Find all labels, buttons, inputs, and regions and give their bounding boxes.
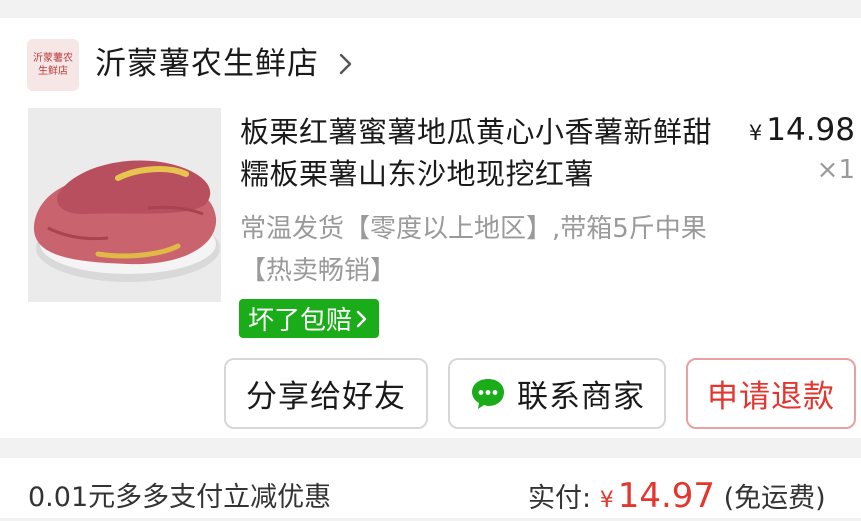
product-title[interactable]: 板栗红薯蜜薯地瓜黄心小香薯新鲜甜糯板栗薯山东沙地现挖红薯 bbox=[240, 111, 720, 195]
damage-guarantee-badge[interactable]: 坏了包赔 bbox=[239, 299, 380, 338]
chevron-right-icon[interactable] bbox=[332, 51, 358, 77]
price-currency: ¥ bbox=[748, 121, 763, 145]
shipping-note: (免运费) bbox=[723, 483, 826, 514]
refund-button[interactable]: 申请退款 bbox=[686, 358, 856, 429]
chevron-right-icon bbox=[356, 310, 367, 327]
refund-button-label: 申请退款 bbox=[707, 379, 835, 415]
shop-name[interactable]: 沂蒙薯农生鲜店 bbox=[95, 42, 319, 86]
contact-seller-button[interactable]: 联系商家 bbox=[448, 358, 666, 429]
product-quantity: ×1 bbox=[816, 155, 855, 185]
paid-currency: ¥ bbox=[599, 488, 614, 513]
product-image[interactable] bbox=[28, 108, 221, 302]
badge-label: 坏了包赔 bbox=[248, 306, 353, 336]
paid-label: 实付: bbox=[528, 483, 592, 514]
paid-amount: 14.97 bbox=[617, 476, 716, 516]
paid-total: 实付: ¥14.97 (免运费) bbox=[528, 476, 826, 521]
payment-summary: 0.01元多多支付立减优惠 实付: ¥14.97 (免运费) bbox=[0, 458, 861, 518]
order-card: 沂蒙薯农 生鲜店 沂蒙薯农生鲜店 板栗红薯蜜薯地瓜黄心小香薯新鲜甜糯板栗薯山东沙… bbox=[0, 18, 861, 438]
product-price: ¥14.98 bbox=[749, 110, 855, 153]
share-button-label: 分享给好友 bbox=[246, 379, 406, 415]
share-button[interactable]: 分享给好友 bbox=[224, 358, 428, 429]
shop-logo-text-1: 沂蒙薯农 bbox=[33, 53, 73, 64]
contact-button-label: 联系商家 bbox=[517, 379, 645, 415]
discount-text: 0.01元多多支付立减优惠 bbox=[28, 482, 332, 513]
chat-icon bbox=[472, 378, 504, 409]
price-value: 14.98 bbox=[766, 112, 855, 148]
shop-logo-text-2: 生鲜店 bbox=[38, 66, 68, 77]
product-sku: 常温发货【零度以上地区】,带箱5斤中果【热卖畅销】 bbox=[240, 214, 707, 286]
shop-logo[interactable]: 沂蒙薯农 生鲜店 bbox=[27, 39, 79, 91]
